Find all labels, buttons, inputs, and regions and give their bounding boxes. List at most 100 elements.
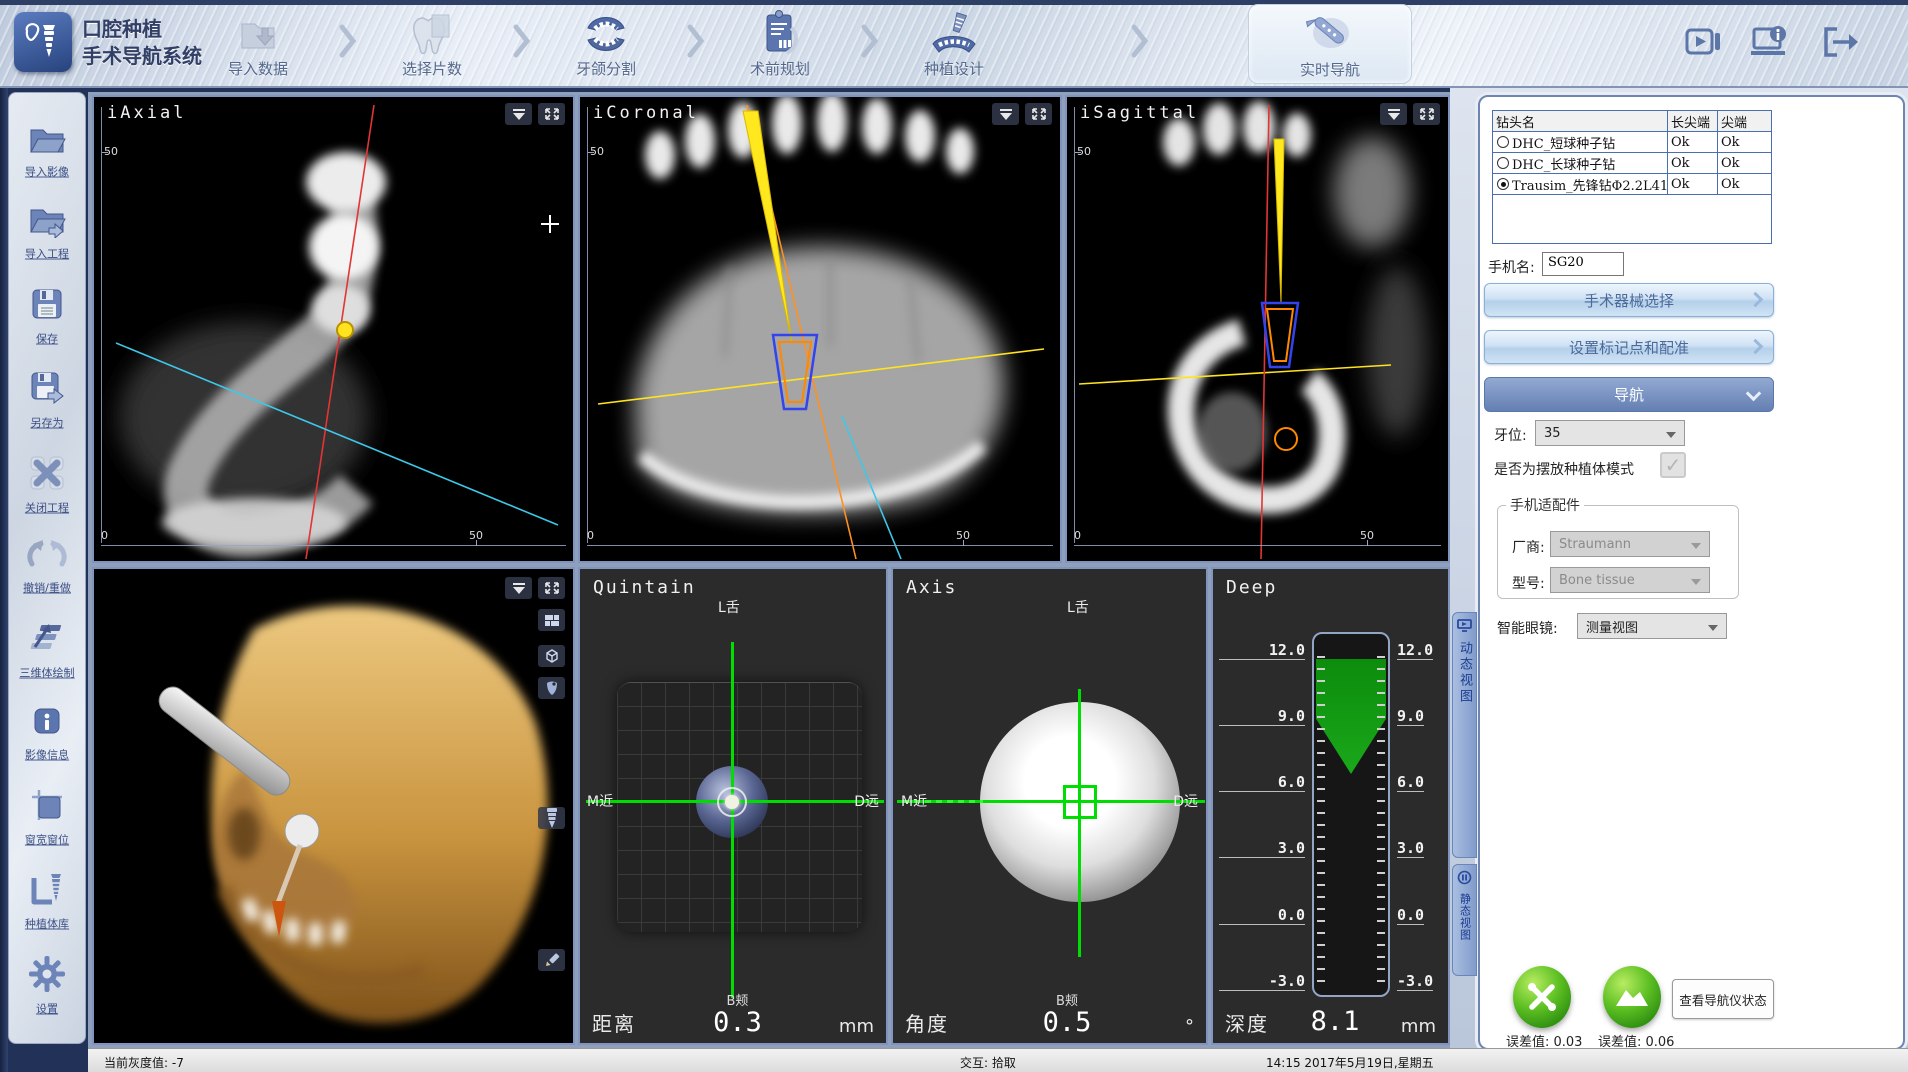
workflow-step-preop-planning[interactable]: 术前规划 — [705, 4, 855, 84]
sidebar-item-image-info[interactable]: 影像信息 — [23, 703, 71, 763]
fullscreen-expand-button[interactable] — [1025, 103, 1052, 125]
handpiece-name-input[interactable]: SG20 — [1542, 252, 1624, 276]
navigator-status-button[interactable]: 查看导航仪状态 — [1672, 979, 1774, 1019]
import-image-icon — [27, 120, 67, 160]
volume-3d-viewport[interactable] — [92, 567, 575, 1045]
workflow-step-implant-design[interactable]: 种植设计 — [879, 4, 1029, 84]
sidebar-item-volume-render[interactable]: 三维体绘制 — [17, 619, 77, 681]
navigation-section-header[interactable]: 导航 — [1484, 377, 1774, 412]
workflow-separator-chevron — [860, 24, 878, 62]
drill-table-row[interactable]: DHC_长球种子钻 Ok Ok — [1493, 153, 1771, 174]
dropdown-caret-icon — [1666, 432, 1676, 438]
coronal-viewport[interactable]: iCoronal 50 0 50 — [578, 95, 1062, 563]
realtime-navigation-icon — [1304, 5, 1356, 57]
navigator-status-label: 查看导航仪状态 — [1679, 990, 1767, 1009]
marker-registration-button[interactable]: 设置标记点和配准 — [1484, 330, 1774, 364]
vendor-select[interactable]: Straumann — [1550, 531, 1710, 557]
workflow-step-jaw-segmentation[interactable]: 牙颌分割 — [531, 4, 681, 84]
workflow-step-select-slices[interactable]: 选择片数 — [357, 4, 507, 84]
depth-scale-label: 3.0 — [1219, 839, 1305, 858]
layout-collapse-button[interactable] — [1380, 103, 1407, 125]
fullscreen-expand-button[interactable] — [538, 577, 565, 599]
sidebar-item-label: 种植体库 — [25, 916, 69, 932]
ruler-mark: 50 — [469, 529, 483, 542]
smart-glasses-select[interactable]: 测量视图 — [1577, 613, 1727, 639]
long-tip-status: Ok — [1667, 153, 1717, 173]
model-select[interactable]: Bone tissue — [1550, 567, 1710, 593]
dynamic-view-tab[interactable]: 动态视图 — [1452, 612, 1477, 858]
smart-glasses-label: 智能眼镜: — [1497, 618, 1558, 638]
drill-radio[interactable] — [1497, 136, 1509, 148]
undo-redo-icon — [21, 538, 73, 576]
sidebar-item-import-image[interactable]: 导入影像 — [23, 120, 71, 180]
registration-check-button[interactable] — [1603, 966, 1661, 1028]
close-project-icon — [28, 454, 66, 496]
sidebar-item-label: 保存 — [36, 330, 58, 346]
drill-name-header: 钻头名 — [1493, 111, 1667, 131]
sagittal-viewport-controls — [1380, 103, 1440, 125]
implant-mode-checkbox[interactable]: ✓ — [1660, 452, 1686, 478]
sidebar-item-import-project[interactable]: 导入工程 — [23, 202, 71, 262]
workflow-step-label: 实时导航 — [1300, 59, 1360, 80]
jaw-segmentation-icon — [580, 4, 632, 56]
quintain-distance-panel: Quintain L舌 M近 D远 距离 B颊 0.3 mm — [578, 567, 888, 1045]
marker-registration-label: 设置标记点和配准 — [1569, 337, 1689, 358]
instrument-select-button[interactable]: 手术器械选择 — [1484, 283, 1774, 317]
datetime-status: 14:15 2017年5月19日,星期五 — [1266, 1054, 1434, 1071]
sidebar-item-label: 撤销/重做 — [23, 580, 71, 596]
axial-viewport[interactable]: iAxial 50 0 50 — [92, 95, 575, 563]
tip-status: Ok — [1717, 174, 1771, 194]
drill-radio[interactable] — [1497, 178, 1509, 190]
static-view-tab[interactable]: 静态视图 — [1452, 864, 1477, 976]
pencil-annotate-button[interactable] — [538, 949, 565, 971]
drill-table-row[interactable]: DHC_短球种子钻 Ok Ok — [1493, 132, 1771, 153]
tip-status: Ok — [1717, 153, 1771, 173]
sidebar-item-settings[interactable]: 设置 — [28, 955, 66, 1017]
workflow-separator-chevron — [512, 24, 530, 62]
fullscreen-expand-button[interactable] — [1413, 103, 1440, 125]
sagittal-viewport[interactable]: iSagittal 50 0 50 — [1065, 95, 1450, 563]
workflow-step-import-data[interactable]: 导入数据 — [183, 4, 333, 84]
multi-pane-layout-button[interactable] — [538, 609, 565, 631]
system-info-button[interactable] — [1748, 22, 1792, 62]
drill-radio[interactable] — [1497, 157, 1509, 169]
angle-metric-label: 角度 — [905, 1008, 949, 1037]
dropdown-caret-icon — [1691, 543, 1701, 549]
ruler-mark: 50 — [1360, 529, 1374, 542]
sidebar-item-window-level[interactable]: 窗宽窗位 — [23, 786, 71, 848]
crosshair-plus-icon[interactable] — [541, 215, 559, 233]
video-record-button[interactable] — [1682, 22, 1726, 62]
calibration-tool-button[interactable] — [1513, 966, 1571, 1028]
drill-name: Trausim_先锋钻Φ2.2L41 — [1512, 175, 1667, 194]
implant-tool-button[interactable] — [538, 807, 565, 829]
tooth-position-label: 牙位: — [1494, 425, 1527, 445]
layout-collapse-button[interactable] — [992, 103, 1019, 125]
implant-mode-label: 是否为摆放种植体模式 — [1494, 459, 1634, 479]
sidebar-item-save[interactable]: 保存 — [28, 285, 66, 347]
workflow-step-realtime-navigation[interactable]: 实时导航 — [1248, 4, 1412, 84]
drill-name: DHC_短球种子钻 — [1512, 133, 1615, 152]
static-view-icon — [1457, 870, 1472, 889]
layout-collapse-button[interactable] — [505, 577, 532, 599]
distance-readout: 距离 B颊 0.3 mm — [580, 981, 886, 1037]
fullscreen-expand-button[interactable] — [538, 103, 565, 125]
exit-button[interactable] — [1818, 22, 1862, 62]
drill-table[interactable]: 钻头名 长尖端 尖端 DHC_短球种子钻 Ok Ok DHC_长球种子钻 Ok … — [1492, 110, 1772, 244]
preop-planning-icon — [757, 4, 803, 56]
sidebar-item-save-as[interactable]: 另存为 — [28, 369, 66, 431]
cube-view-button[interactable] — [538, 645, 565, 667]
mountain-icon — [1614, 986, 1650, 1008]
drill-table-row[interactable]: Trausim_先锋钻Φ2.2L41 Ok Ok — [1493, 174, 1771, 195]
workflow-separator-chevron — [686, 24, 704, 62]
tooth-shield-button[interactable] — [538, 677, 565, 699]
sidebar-item-undo-redo[interactable]: 撤销/重做 — [21, 538, 73, 596]
depth-unit: mm — [1401, 1016, 1436, 1037]
sidebar-item-implant-library[interactable]: 种植体库 — [23, 870, 71, 932]
window-level-icon — [28, 786, 66, 828]
tooth-position-select[interactable]: 35 — [1535, 420, 1685, 446]
model-label: 型号: — [1512, 573, 1545, 593]
layout-collapse-button[interactable] — [505, 103, 532, 125]
workflow-step-label: 种植设计 — [924, 58, 984, 79]
sidebar-item-close-project[interactable]: 关闭工程 — [23, 454, 71, 516]
angle-readout: 角度 B颊 0.5 ° — [893, 981, 1206, 1037]
